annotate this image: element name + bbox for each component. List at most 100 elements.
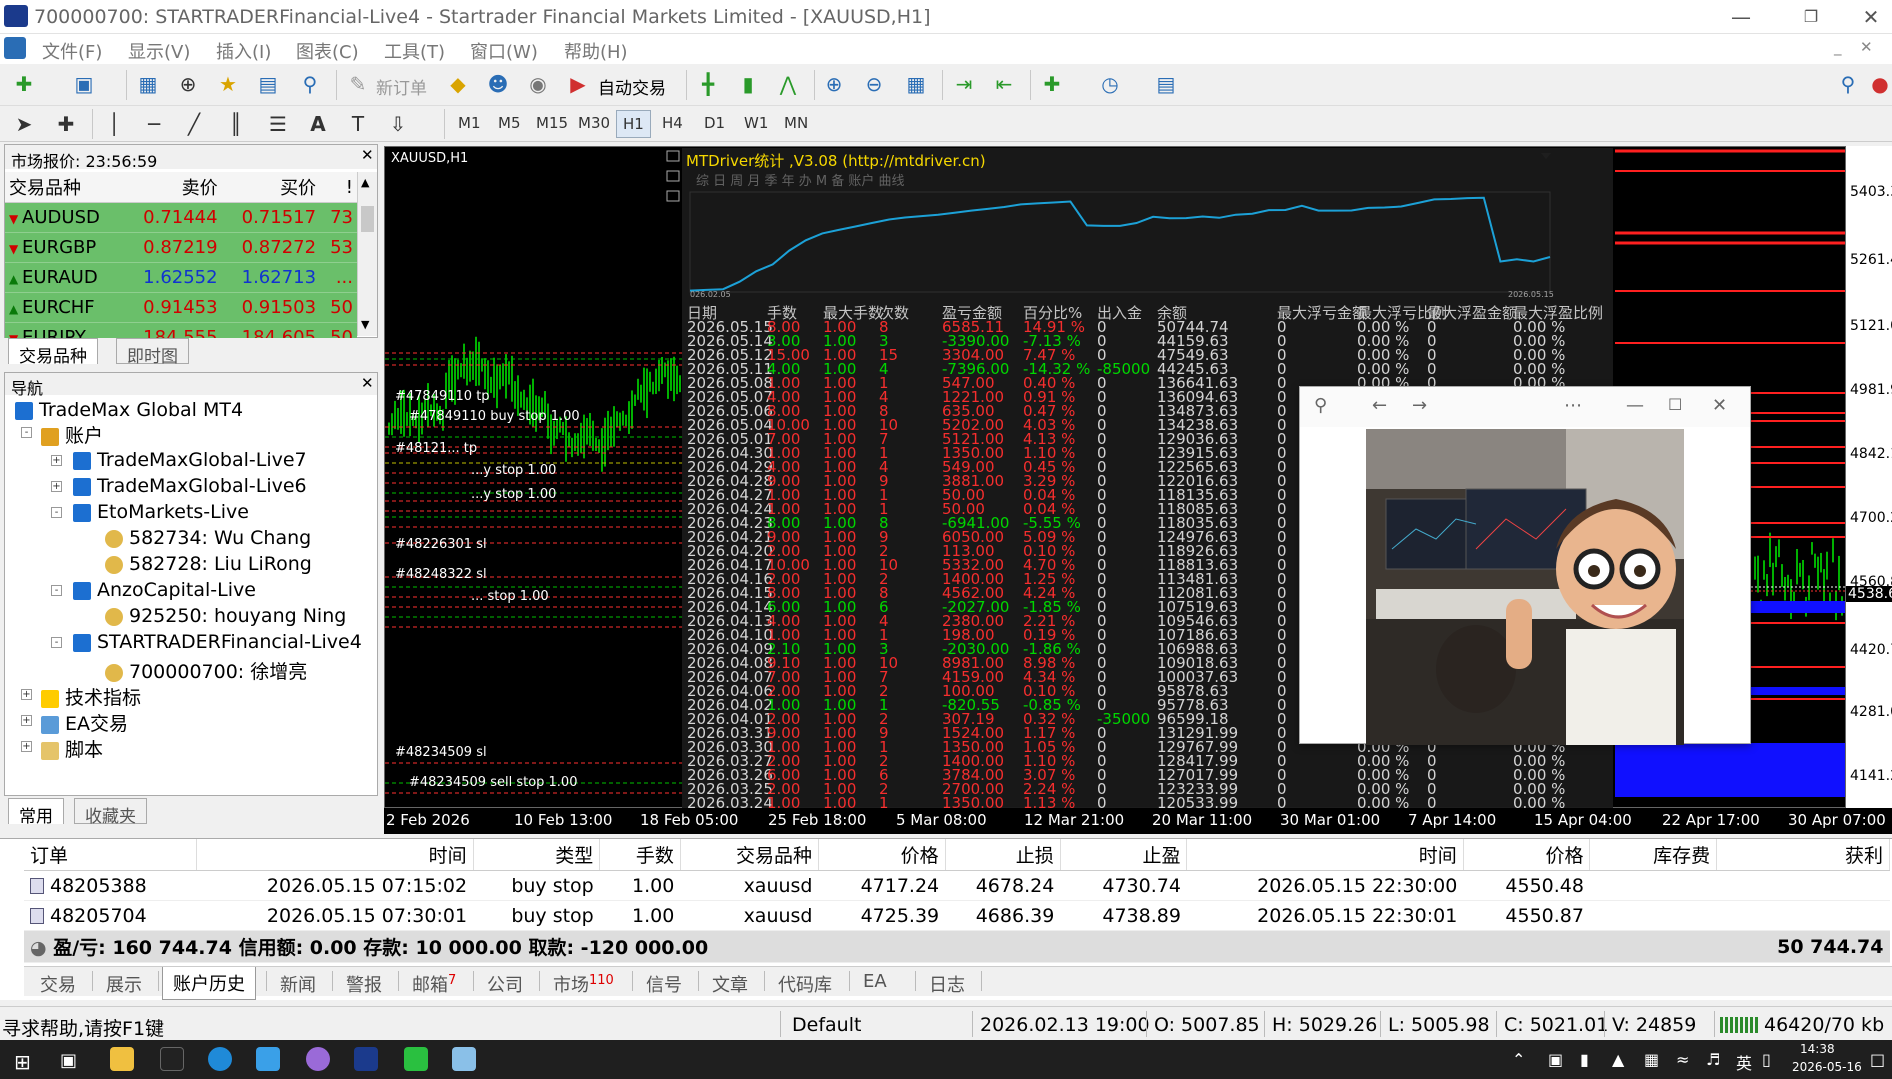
edge-icon[interactable] [208,1047,232,1071]
chart-window-icon[interactable] [4,37,26,59]
forward-arrow-icon[interactable]: → [1412,395,1427,416]
arrows-icon[interactable]: ⇩ [384,110,412,138]
timeframe-m5[interactable]: M5 [498,114,521,132]
nav-server-startrader[interactable]: STARTRADERFinancial-Live4 [73,631,362,653]
terminal-col-header[interactable]: 价格 [1463,839,1591,871]
nav-account-582734[interactable]: 582734: Wu Chang [105,527,311,549]
ime-label[interactable]: 英 [1736,1050,1752,1074]
line-chart-icon[interactable]: ⋀ [774,70,802,98]
minimize-button[interactable]: — [1716,2,1766,32]
nav-indicators[interactable]: 技术指标 [41,683,141,710]
app-notes-icon[interactable] [452,1047,476,1071]
horizontal-line-icon[interactable]: ─ [140,110,168,138]
child-close-button[interactable]: ✕ [1860,38,1873,56]
strategy-tester-icon[interactable]: ⚲ [296,70,324,98]
nav-account-925250[interactable]: 925250: houyang Ning [105,605,346,627]
new-chart-icon[interactable]: ✚ [10,70,38,98]
navigator-icon[interactable]: ★ [214,70,242,98]
file-explorer-icon[interactable] [110,1047,134,1071]
wechat-icon[interactable] [404,1047,428,1071]
pin-icon[interactable]: ⚲ [1314,395,1327,416]
nav-scripts[interactable]: 脚本 [41,735,103,762]
app-blue-icon[interactable] [256,1047,280,1071]
timeframe-h4[interactable]: H4 [662,114,683,132]
col-spread[interactable]: ! [320,172,357,203]
nav-account-700000700[interactable]: 700000700: 徐增亮 [105,657,307,684]
timeframe-mn[interactable]: MN [784,114,808,132]
nav-server-etomarkets[interactable]: EtoMarkets-Live [73,501,249,523]
terminal-col-header[interactable]: 止盈 [1060,839,1188,871]
navigator-close-icon[interactable]: ✕ [361,374,374,392]
cursor-icon[interactable]: ➤ [10,110,38,138]
col-ask[interactable]: 买价 [221,172,321,203]
vertical-line-icon[interactable]: │ [100,110,128,138]
terminal-tab[interactable]: 代码库 [768,971,842,997]
tab-favorites[interactable]: 收藏夹 [74,798,147,827]
child-minimize-button[interactable]: _ [1834,38,1842,56]
tray-chevron-icon[interactable]: ⌃ [1512,1050,1525,1069]
bar-chart-icon[interactable]: ╋ [694,70,722,98]
terminal-col-header[interactable]: 价格 [818,839,946,871]
nav-account-582728[interactable]: 582728: Liu LiRong [105,553,312,575]
terminal-col-header[interactable]: 交易品种 [680,839,820,871]
tray-app2-icon[interactable]: ▲ [1612,1050,1624,1069]
timeframe-m30[interactable]: M30 [578,114,610,132]
terminal-tab[interactable]: 市场110 [543,971,624,997]
signals-icon[interactable]: ◉ [524,70,552,98]
auto-trading-icon[interactable]: ▶ [564,70,592,98]
terminal-col-header[interactable]: 时间 [1186,839,1464,871]
nav-accounts[interactable]: 账户 [41,421,103,448]
market-watch-row[interactable]: ▼ EURGBP 0.87219 0.87272 53 [5,232,357,263]
timeframe-m15[interactable]: M15 [536,114,568,132]
menu-insert[interactable]: 插入(I) [216,38,271,64]
metatrader-icon[interactable] [354,1047,378,1071]
tradingview-icon[interactable] [160,1047,184,1071]
candlestick-icon[interactable]: ▮ [734,70,762,98]
auto-trading-label[interactable]: 自动交易 [598,74,666,99]
text-icon[interactable]: A [304,110,332,138]
market-watch-row[interactable]: ▼ AUDUSD 0.71444 0.71517 73 [5,202,357,233]
terminal-tab[interactable]: EA [853,971,897,992]
close-button[interactable]: ✕ [1846,2,1892,32]
terminal-tab[interactable]: 文章 [702,971,758,997]
terminal-tab[interactable]: 邮箱7 [402,971,466,997]
nav-server-anzocapital[interactable]: AnzoCapital-Live [73,579,256,601]
clock-date[interactable]: 2026-05-16 [1792,1060,1862,1074]
terminal-icon[interactable]: ▤ [254,70,282,98]
templates-icon[interactable]: ▤ [1152,70,1180,98]
market-watch-row[interactable]: ▲ EURCHF 0.91453 0.91503 50 [5,292,357,323]
menu-file[interactable]: 文件(F) [42,38,102,64]
nav-experts[interactable]: EA交易 [41,709,128,736]
nav-root[interactable]: TradeMax Global MT4 [15,399,243,421]
timeframe-m1[interactable]: M1 [458,114,481,132]
terminal-tab[interactable]: 新闻 [270,971,326,997]
viewer-close-icon[interactable]: ✕ [1712,395,1727,416]
menu-tools[interactable]: 工具(T) [384,38,445,64]
terminal-col-header[interactable]: 库存费 [1589,839,1718,871]
order-row[interactable]: 48205704 2026.05.15 07:30:01 buy stop 1.00 x… [24,900,1890,931]
market-watch-close-icon[interactable]: ✕ [361,146,374,164]
terminal-tab[interactable]: 账户历史 [162,967,256,1000]
clock-time[interactable]: 14:38 [1800,1042,1835,1056]
users-icon[interactable]: ☻ [484,70,512,98]
menu-window[interactable]: 窗口(W) [470,38,538,64]
crosshair-icon[interactable]: ✚ [52,110,80,138]
notifications-icon[interactable]: ● [1866,70,1892,98]
terminal-col-header[interactable]: 获利 [1716,839,1890,871]
profiles-icon[interactable]: ▣ [70,70,98,98]
terminal-tab[interactable]: 展示 [96,971,152,997]
back-arrow-icon[interactable]: ← [1372,395,1387,416]
autoscroll-icon[interactable]: ⇥ [950,70,978,98]
fibonacci-icon[interactable]: ☰ [264,110,292,138]
terminal-col-header[interactable]: 止损 [945,839,1061,871]
app-purple-icon[interactable] [306,1047,330,1071]
terminal-tab[interactable]: 日志 [919,971,975,997]
nav-server-trademax-live7[interactable]: TradeMaxGlobal-Live7 [73,449,307,471]
tile-windows-icon[interactable]: ▦ [902,70,930,98]
terminal-tab[interactable]: 信号 [636,971,692,997]
timeframe-d1[interactable]: D1 [704,114,725,132]
indicators-icon[interactable]: ✚ [1038,70,1066,98]
trendline-icon[interactable]: ╱ [180,110,208,138]
chart-shift-icon[interactable]: ⇤ [990,70,1018,98]
terminal-tab[interactable]: 公司 [477,971,533,997]
